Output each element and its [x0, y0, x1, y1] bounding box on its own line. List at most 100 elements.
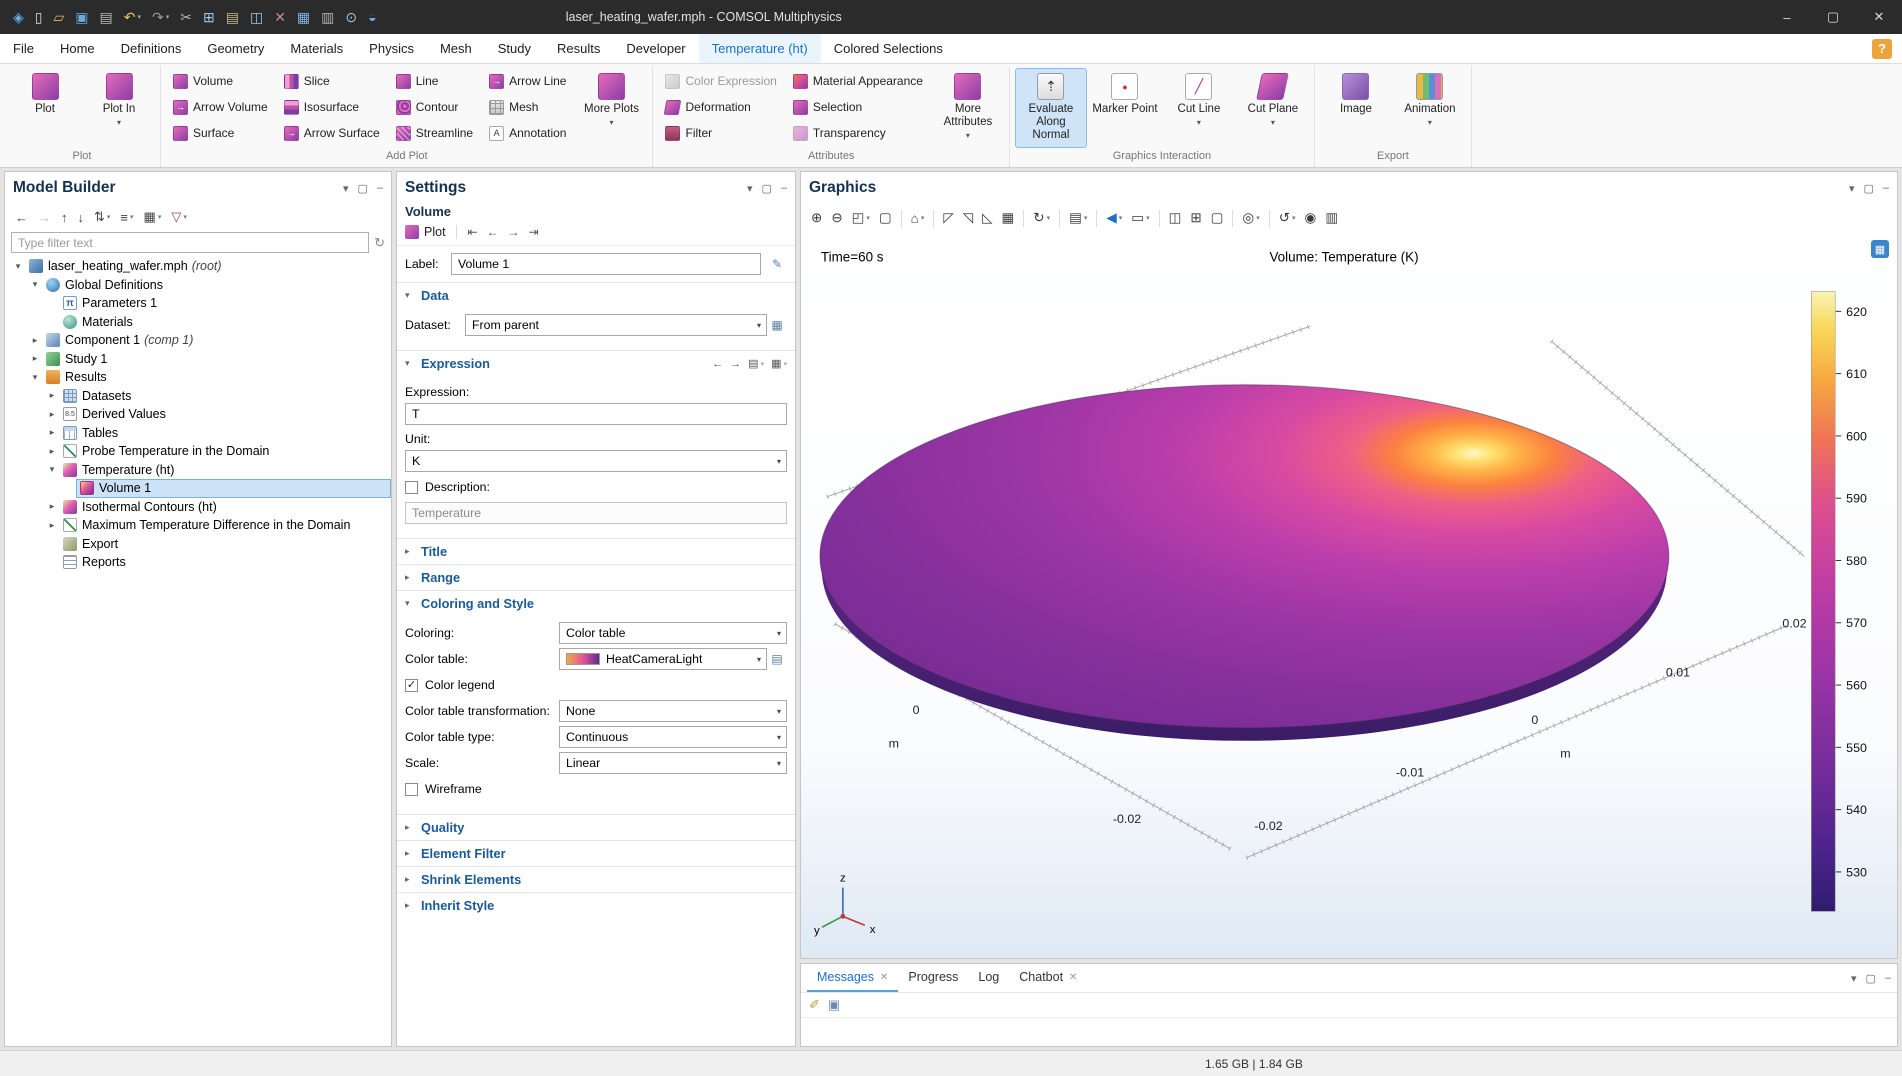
minimize-panel-icon[interactable]: – — [377, 182, 383, 195]
select-mode-icon[interactable]: ◀▾ — [1102, 210, 1126, 226]
tab-developer[interactable]: Developer — [613, 34, 698, 63]
float-panel-icon[interactable]: ▢ — [1865, 972, 1875, 985]
tree-item-reports[interactable]: Reports — [59, 553, 391, 572]
tree-item-materials[interactable]: Materials — [59, 313, 391, 332]
table-window-icon[interactable]: ⊞ — [1186, 210, 1205, 226]
move-down-icon[interactable]: ↓ — [74, 210, 89, 225]
tab-definitions[interactable]: Definitions — [108, 34, 195, 63]
evaluate-along-normal-button[interactable]: Evaluate Along Normal — [1015, 68, 1087, 148]
go-to-yz-view-icon[interactable]: ◹ — [959, 210, 977, 226]
tree-item-export[interactable]: Export — [59, 535, 391, 554]
tree-item-derived-values[interactable]: 8.5Derived Values — [59, 405, 391, 424]
tree-item-probe-temperature-in-the-domain[interactable]: Probe Temperature in the Domain — [59, 442, 391, 461]
collapse-node-icon[interactable]: ▾ — [11, 261, 25, 272]
new-file-icon[interactable]: ▯ — [30, 9, 48, 26]
panel-menu-icon[interactable]: ▾ — [1851, 972, 1857, 985]
assistant-icon[interactable]: ◒ — [363, 9, 381, 25]
tab-file[interactable]: File — [0, 34, 47, 63]
plot-first-icon[interactable]: ⇤ — [465, 225, 481, 239]
plot-next-icon[interactable]: → — [505, 225, 523, 239]
scale-combo[interactable]: Linear▾ — [559, 752, 787, 774]
float-panel-icon[interactable]: ▢ — [761, 182, 771, 195]
slice-button[interactable]: Slice — [276, 68, 388, 94]
expand-node-icon[interactable]: ▸ — [45, 501, 59, 512]
detach-window-icon[interactable]: ▢ — [1207, 210, 1228, 226]
zoom-box-icon[interactable]: ◰▾ — [848, 210, 874, 226]
coloring-combo[interactable]: Color table▾ — [559, 622, 787, 644]
rename-icon[interactable]: ✎ — [767, 254, 787, 274]
arrow-surface-button[interactable]: Arrow Surface — [276, 120, 388, 146]
copy-icon[interactable]: ⊞ — [198, 9, 220, 26]
plot-windows-icon[interactable]: ▤▾ — [1065, 210, 1091, 226]
tab-physics[interactable]: Physics — [356, 34, 427, 63]
environment-icon[interactable]: ◎▾ — [1238, 210, 1263, 226]
tab-results[interactable]: Results — [544, 34, 613, 63]
filter-button[interactable]: Filter — [657, 120, 784, 146]
close-tab-icon[interactable]: ✕ — [1069, 972, 1077, 983]
default-view-icon[interactable]: ⌂▾ — [907, 211, 929, 226]
plot-in-button[interactable]: Plot In▾ — [83, 68, 155, 148]
minimize-panel-icon[interactable]: – — [781, 182, 787, 195]
model-tree-filter-icon[interactable]: ▽▾ — [167, 209, 191, 225]
expand-node-icon[interactable]: ▸ — [28, 335, 42, 346]
section-header-expression[interactable]: ▾Expression←→▤▾▦▾ — [397, 351, 795, 376]
plot-previous-icon[interactable]: ← — [484, 225, 502, 239]
plot-button[interactable]: Plot — [9, 68, 81, 148]
cut-icon[interactable]: ✂ — [175, 9, 197, 26]
close-tab-icon[interactable]: ✕ — [880, 972, 888, 983]
paste-icon[interactable]: ▤ — [221, 9, 244, 26]
mesh-button[interactable]: Mesh — [481, 94, 574, 120]
collapse-node-icon[interactable]: ▾ — [28, 279, 42, 290]
tab-geometry[interactable]: Geometry — [194, 34, 277, 63]
move-up-icon[interactable]: ↑ — [57, 210, 72, 225]
minimize-panel-icon[interactable]: – — [1883, 182, 1889, 195]
graphics-context-icon[interactable]: ▦ — [1871, 240, 1889, 258]
refresh-plot-icon[interactable]: ↻▾ — [1029, 210, 1054, 226]
maximize-button[interactable]: ▢ — [1810, 0, 1856, 34]
close-button[interactable]: ✕ — [1856, 0, 1902, 34]
color-table-transformation-combo[interactable]: None▾ — [559, 700, 787, 722]
tree-item-laser-heating-wafer-mph[interactable]: laser_heating_wafer.mph(root) — [25, 257, 391, 276]
tab-study[interactable]: Study — [485, 34, 544, 63]
tree-item-component-1[interactable]: Component 1(comp 1) — [42, 331, 391, 350]
tree-item-global-definitions[interactable]: Global Definitions — [42, 276, 391, 295]
show-grid-icon[interactable]: ▦ — [998, 210, 1019, 226]
scene-appearance-icon[interactable]: ▭▾ — [1127, 210, 1153, 226]
annotation-button[interactable]: Annotation — [481, 120, 574, 146]
previous-expression-icon[interactable]: ← — [712, 358, 723, 370]
zoom-extents-icon[interactable]: ▢ — [875, 210, 896, 226]
isosurface-button[interactable]: Isosurface — [276, 94, 388, 120]
panel-menu-icon[interactable]: ▾ — [343, 182, 349, 195]
transparency-button[interactable]: Transparency — [785, 120, 931, 146]
tree-item-isothermal-contours-ht[interactable]: Isothermal Contours (ht) — [59, 498, 391, 517]
tab-messages[interactable]: Messages✕ — [807, 964, 898, 992]
unit-combo[interactable]: K▾ — [405, 450, 787, 472]
plot-button[interactable]: Plot — [405, 225, 446, 239]
undo-icon[interactable]: ↶▾ — [119, 9, 146, 26]
insert-expression-icon[interactable]: ▦▾ — [771, 357, 787, 370]
description-checkbox[interactable] — [405, 481, 418, 494]
material-appearance-button[interactable]: Material Appearance — [785, 68, 931, 94]
tab-materials[interactable]: Materials — [277, 34, 356, 63]
marker-point-button[interactable]: Marker Point — [1089, 68, 1161, 148]
color-legend-checkbox[interactable]: ✓ — [405, 679, 418, 692]
tab-log[interactable]: Log — [968, 964, 1009, 992]
redo-icon[interactable]: ↷▾ — [147, 9, 174, 26]
delete-icon[interactable]: ✕ — [269, 9, 291, 26]
expression-input[interactable] — [405, 403, 787, 425]
split-window-icon[interactable]: ◫ — [1165, 210, 1186, 226]
copy-log-icon[interactable]: ▣ — [828, 997, 840, 1013]
expand-node-icon[interactable]: ▸ — [45, 520, 59, 531]
volume-button[interactable]: Volume — [165, 68, 276, 94]
zoom-in-icon[interactable]: ⊕ — [807, 210, 826, 226]
selection-button[interactable]: Selection — [785, 94, 931, 120]
float-panel-icon[interactable]: ▢ — [1863, 182, 1873, 195]
more-attributes-button[interactable]: More Attributes▾ — [932, 68, 1004, 148]
expand-node-icon[interactable]: ▸ — [45, 427, 59, 438]
annotation-pointer-icon[interactable]: ✐ — [809, 997, 820, 1013]
refresh-filter-icon[interactable]: ↻ — [374, 235, 385, 251]
cut-plane-button[interactable]: Cut Plane▾ — [1237, 68, 1309, 148]
collapse-node-icon[interactable]: ▾ — [45, 464, 59, 475]
color-table-editor-icon[interactable]: ▤ — [767, 649, 787, 669]
section-header-data[interactable]: ▾Data — [397, 283, 795, 308]
